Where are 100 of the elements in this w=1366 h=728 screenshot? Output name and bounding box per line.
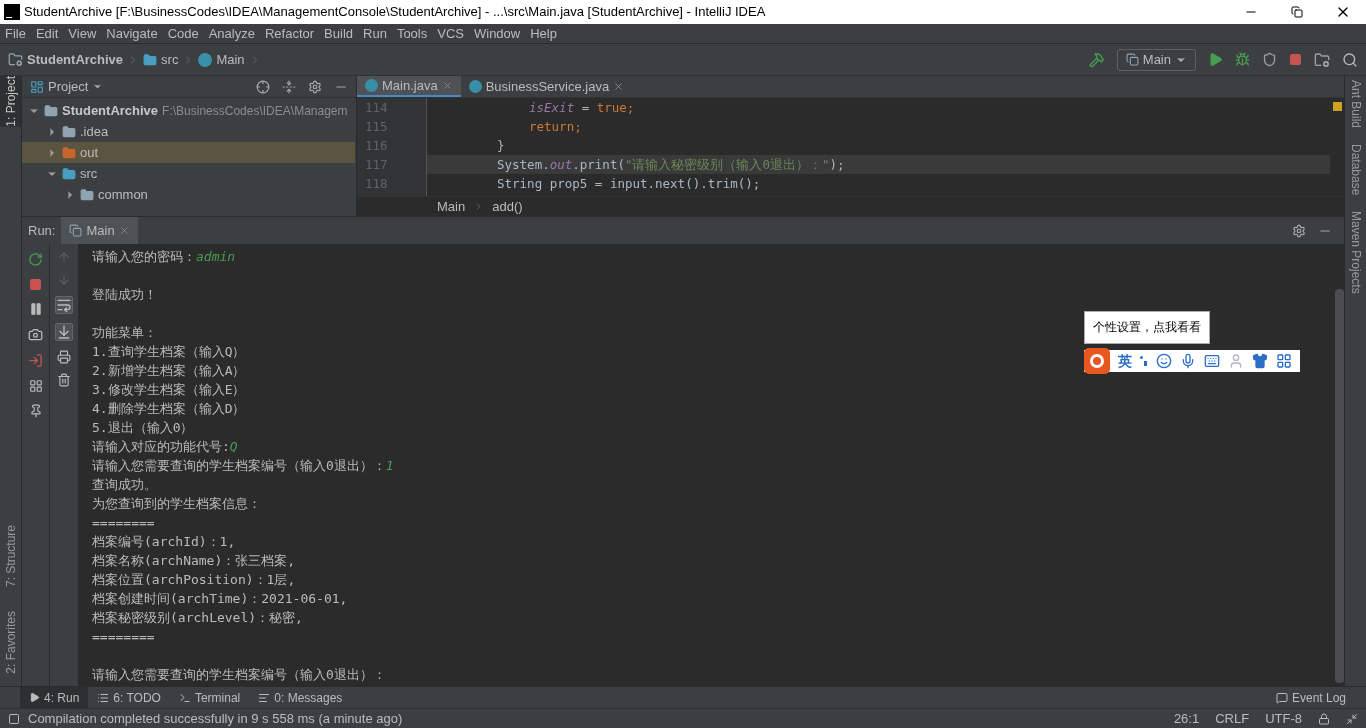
app-logo-icon — [4, 4, 20, 20]
menu-item[interactable]: Tools — [391, 23, 433, 44]
debug-icon[interactable] — [1235, 52, 1250, 67]
pause-icon[interactable] — [28, 302, 43, 316]
toolbox-icon[interactable] — [1276, 353, 1292, 369]
settings-icon[interactable] — [1292, 223, 1306, 238]
menu-item[interactable]: VCS — [432, 23, 469, 44]
line-separator-selector[interactable]: CRLF — [1215, 708, 1250, 728]
tree-item[interactable]: out — [22, 142, 355, 163]
console-line: 查询成功。 — [92, 476, 157, 494]
menu-item[interactable]: Edit — [30, 23, 64, 44]
soft-wrap-icon[interactable] — [55, 296, 73, 314]
caret-position[interactable]: 26:1 — [1173, 708, 1200, 728]
editor-tab[interactable]: Main.java — [357, 76, 461, 97]
tool-window-tab[interactable]: 4: Run — [20, 687, 89, 708]
menu-item[interactable]: Run — [358, 23, 392, 44]
search-icon[interactable] — [1342, 51, 1358, 68]
tool-window-tab[interactable]: Terminal — [169, 687, 250, 708]
run-icon[interactable] — [1208, 52, 1223, 67]
lock-icon[interactable] — [1318, 712, 1330, 725]
console-line: 档案名称(archName)：张三档案, — [92, 552, 296, 570]
lines-icon — [258, 691, 271, 704]
menu-item[interactable]: File — [0, 23, 31, 44]
code-line: String prop5 = input.next().trim(); — [497, 176, 761, 191]
console-line: 请输入您的密码：admin — [92, 248, 236, 266]
skin-icon[interactable] — [1252, 353, 1268, 369]
microphone-icon[interactable] — [1180, 353, 1196, 369]
menu-item[interactable]: Build — [319, 23, 358, 44]
tool-window-tab[interactable]: 7: Structure — [0, 525, 21, 588]
event-log-tab[interactable]: Event Log — [1275, 688, 1346, 707]
console-line: 请输入对应的功能代号:Q — [92, 438, 238, 456]
menu-item[interactable]: View — [63, 23, 102, 44]
console-line: ======== — [92, 514, 155, 532]
breadcrumb[interactable]: Main — [437, 196, 466, 217]
ime-logo-icon[interactable] — [1084, 348, 1110, 374]
panel-title[interactable]: Project — [48, 76, 89, 97]
folder-icon — [62, 124, 76, 139]
run-config-dropdown[interactable]: Main — [1116, 48, 1196, 71]
tool-window-tab[interactable]: Maven Projects — [1345, 211, 1366, 295]
print-icon[interactable] — [57, 350, 71, 364]
pin-icon[interactable] — [28, 404, 43, 418]
breadcrumb[interactable]: StudentArchive — [27, 49, 124, 70]
tool-window-tab[interactable]: Database — [1345, 144, 1366, 196]
stop-icon[interactable] — [1289, 53, 1302, 66]
settings-icon[interactable] — [308, 79, 322, 94]
build-icon[interactable] — [1088, 51, 1105, 68]
camera-icon[interactable] — [28, 327, 43, 342]
console-line: 登陆成功！ — [92, 286, 157, 304]
message-icon — [1275, 691, 1288, 704]
collapse-all-icon[interactable] — [282, 79, 296, 94]
tool-window-tab[interactable]: 0: Messages — [249, 687, 352, 708]
restore-icon[interactable] — [1291, 6, 1303, 18]
tooltip: 个性设置，点我看看 — [1084, 311, 1210, 344]
menu-item[interactable]: Refactor — [259, 23, 320, 44]
console-line: 请输入您需要查询的学生档案编号（输入0退出）： — [92, 666, 386, 684]
breadcrumb[interactable]: src — [161, 49, 179, 70]
console-line: 4.删除学生档案（输入D） — [92, 400, 246, 418]
exit-icon[interactable] — [28, 353, 43, 368]
tool-window-tab[interactable]: 1: Project — [0, 76, 21, 127]
play-icon — [29, 692, 40, 703]
toggle-tool-windows-icon[interactable] — [8, 712, 20, 725]
scroll-to-end-icon[interactable] — [55, 323, 73, 341]
run-tab[interactable]: Main — [61, 217, 138, 244]
menu-item[interactable]: Window — [468, 23, 526, 44]
menu-item[interactable]: Code — [162, 23, 204, 44]
code-line: return; — [529, 119, 582, 134]
locate-icon[interactable] — [256, 79, 270, 94]
layout-icon[interactable] — [28, 379, 43, 393]
emoji-icon[interactable] — [1156, 353, 1172, 369]
tool-window-tab[interactable]: 2: Favorites — [0, 611, 21, 674]
folder-icon — [44, 103, 58, 118]
tool-window-tab[interactable]: Ant Build — [1345, 80, 1366, 129]
menu-item[interactable]: Help — [525, 23, 562, 44]
breadcrumb[interactable]: add() — [492, 196, 523, 217]
rerun-icon[interactable] — [28, 252, 43, 267]
encoding-selector[interactable]: UTF-8 — [1265, 708, 1302, 728]
punctuation-icon[interactable] — [1140, 356, 1148, 366]
status-message: Compilation completed successfully in 9 s 558 ms (a minute ago) — [28, 709, 403, 728]
editor-tab[interactable]: BusinessService.java — [460, 76, 633, 97]
menu-item[interactable]: Navigate — [101, 23, 163, 44]
folder-icon — [143, 52, 158, 67]
breadcrumb[interactable]: Main — [216, 49, 245, 70]
console-line: 请输入您需要查询的学生档案编号（输入0退出）：1 — [92, 457, 394, 475]
console-line: 为您查询到的学生档案信息： — [92, 495, 261, 513]
scrollbar[interactable] — [1335, 289, 1344, 683]
terminal-icon — [178, 691, 191, 704]
console-line: 2.新增学生档案（输入A） — [92, 362, 246, 380]
console-line: 3.修改学生档案（输入E） — [92, 381, 246, 399]
tool-window-tab[interactable]: 6: TODO — [88, 687, 170, 708]
class-icon — [468, 80, 482, 93]
console-line: 1.查询学生档案（输入Q） — [92, 343, 246, 361]
menu-item[interactable]: Analyze — [203, 23, 260, 44]
stop-icon[interactable] — [29, 278, 42, 291]
project-folder-icon — [8, 52, 23, 67]
trash-icon[interactable] — [57, 373, 71, 387]
console-line: 档案编号(archId)：1, — [92, 533, 236, 551]
keyboard-icon[interactable] — [1204, 353, 1220, 369]
panel-label: Run: — [27, 221, 57, 240]
window-title: StudentArchive [F:\BusinessCodes\IDEA\ManagementConsole\StudentArchive] - ...\src\Main.java [StudentArchive] - IntelliJ IDEA — [24, 3, 766, 22]
input-mode-toggle[interactable]: 英 — [1118, 351, 1132, 371]
